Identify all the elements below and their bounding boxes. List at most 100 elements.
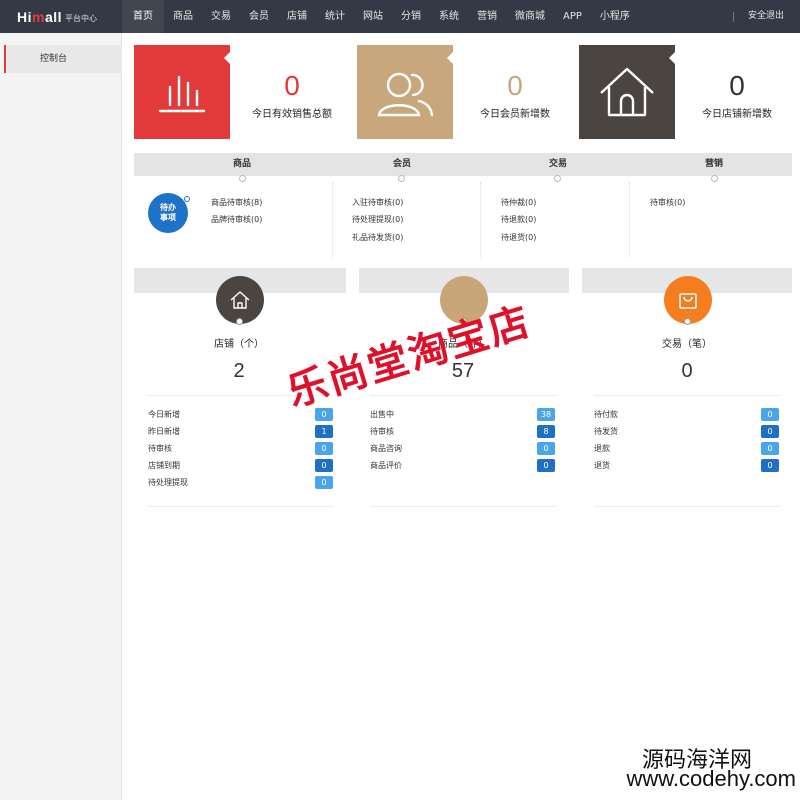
panel-value: 0 [681,360,693,382]
nav-item-wechat-mall[interactable]: 微商城 [506,0,554,33]
panel-row[interactable]: 退货 0 [594,459,780,473]
count-badge: 0 [315,442,333,455]
badge-dot [184,196,190,202]
todo-item[interactable]: 礼品待发货(0) [352,232,403,243]
logo-subtitle: 平台中心 [65,14,98,23]
panel-row[interactable]: 昨日新增 1 [148,425,334,439]
todo-badge: 待办 事项 [148,193,188,233]
panel-row-label: 退款 [594,444,610,453]
count-badge: 0 [761,425,779,438]
panel-row-label: 商品评价 [370,461,402,470]
count-badge: 0 [761,442,779,455]
pin-marker [239,175,246,182]
nav-item-mini-program[interactable]: 小程序 [591,0,639,33]
todo-col-title: 会员 [392,159,411,169]
stat-value: 0 [284,70,300,101]
divider [148,506,334,507]
divider [480,182,481,258]
todo-item[interactable]: 商品待审核(8) [211,197,262,208]
panel-row[interactable]: 退款 0 [594,442,780,456]
panel-title: 交易（笔） [662,339,712,350]
todo-item[interactable]: 入驻待审核(0) [352,197,403,208]
top-navbar: Himall 平台中心 首页 商品 交易 会员 店铺 统计 网站 分销 系统 营… [0,0,800,33]
count-badge: 0 [537,459,555,472]
nav-item-stats[interactable]: 统计 [316,0,354,33]
divider [594,395,780,396]
panel-title: 店铺（个） [214,339,264,350]
nav-item-goods[interactable]: 商品 [164,0,202,33]
pin-marker [236,318,243,325]
panel-row-label: 店铺到期 [148,461,180,470]
panel-row-label: 商品咨询 [370,444,402,453]
panel-row-label: 今日新增 [148,410,180,419]
todo-col-title: 营销 [704,159,723,169]
divider [370,506,556,507]
panel-row[interactable]: 待付款 0 [594,408,780,422]
todo-item[interactable]: 待退货(0) [501,232,536,243]
divider [332,182,333,258]
bar-chart-icon [134,45,231,139]
watermark-line2: www.codehy.com [626,766,796,791]
pin-marker [711,175,718,182]
stat-card-sales: 0 今日有效销售总额 [134,45,354,139]
panel-row-label: 待审核 [370,427,394,436]
todo-col-title: 交易 [548,159,567,169]
divider [629,182,630,258]
todo-item[interactable]: 待仲裁(0) [501,197,536,208]
nav-item-website[interactable]: 网站 [354,0,392,33]
panel-row-label: 待付款 [594,410,618,419]
count-badge: 0 [315,459,333,472]
divider [733,12,734,22]
todo-header: 商品 会员 交易 营销 [134,153,792,176]
panel-row-label: 待处理提现 [148,478,188,487]
watermark-red: 乐尚堂淘宝店 [281,298,537,417]
stat-card-members: 0 今日会员新增数 [357,45,577,139]
todo-col-title: 商品 [232,159,251,169]
stat-value: 0 [507,70,523,101]
count-badge: 0 [315,476,333,489]
pin-marker [398,175,405,182]
nav-item-trade[interactable]: 交易 [202,0,240,33]
panel-row[interactable]: 商品评价 0 [370,459,556,473]
divider [594,506,780,507]
sidebar-item-console[interactable]: 控制台 [4,45,122,73]
nav-item-distribution[interactable]: 分销 [392,0,430,33]
nav-item-member[interactable]: 会员 [240,0,278,33]
count-badge: 8 [537,425,555,438]
panel-row-label: 退货 [594,461,610,470]
home-icon [579,45,676,139]
pin-marker [554,175,561,182]
panel-row[interactable]: 待发货 0 [594,425,780,439]
panel-row[interactable]: 待处理提现 0 [148,476,334,490]
todo-item[interactable]: 品牌待审核(0) [211,214,262,225]
main-nav: 首页 商品 交易 会员 店铺 统计 网站 分销 系统 营销 微商城 APP 小程… [122,0,639,33]
logo[interactable]: Himall 平台中心 [0,0,122,33]
sidebar: 控制台 [0,33,122,800]
nav-item-system[interactable]: 系统 [430,0,468,33]
panel-row-label: 昨日新增 [148,427,180,436]
count-badge: 1 [315,425,333,438]
todo-item[interactable]: 待退款(0) [501,214,536,225]
pin-marker [684,318,691,325]
logout-link[interactable]: 安全退出 [748,0,784,33]
stat-label: 今日店铺新增数 [702,109,772,120]
count-badge: 0 [537,442,555,455]
nav-item-shop[interactable]: 店铺 [278,0,316,33]
todo-item[interactable]: 待审核(0) [650,197,685,208]
count-badge: 0 [761,408,779,421]
todo-badge-label: 待办 事项 [160,203,176,222]
stat-label: 今日会员新增数 [480,109,550,120]
nav-item-marketing[interactable]: 营销 [468,0,506,33]
nav-item-home[interactable]: 首页 [122,0,164,33]
nav-item-app[interactable]: APP [554,0,591,33]
panel-row-label: 待发货 [594,427,618,436]
stat-card-shops: 0 今日店铺新增数 [579,45,799,139]
users-icon [357,45,454,139]
stat-label: 今日有效销售总额 [252,109,332,120]
panel-row[interactable]: 店铺到期 0 [148,459,334,473]
panel-row[interactable]: 待审核 8 [370,425,556,439]
todo-item[interactable]: 待处理提现(0) [352,214,403,225]
panel-row[interactable]: 待审核 0 [148,442,334,456]
shopping-bag-icon [664,276,712,324]
panel-row[interactable]: 商品咨询 0 [370,442,556,456]
